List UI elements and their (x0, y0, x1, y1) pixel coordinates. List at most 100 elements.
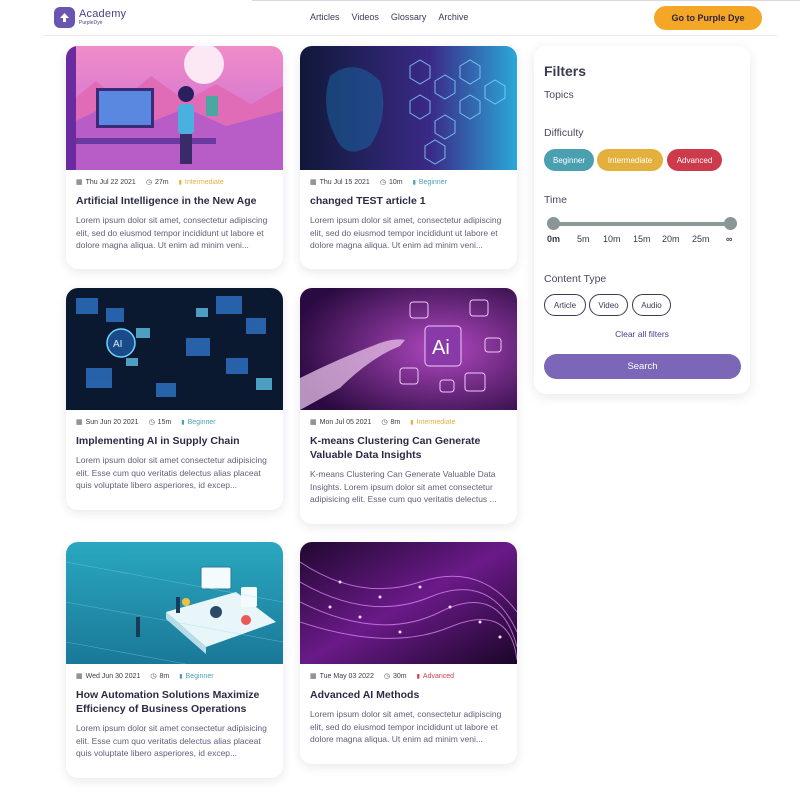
article-image: AI (66, 288, 283, 410)
signal-bars-icon: ▮ (410, 419, 414, 426)
article-meta: ▦ Sun Jun 20 2021 ◷ 15m ▮ Beginner (76, 417, 273, 427)
article-card[interactable]: ▦ Thu Jul 22 2021 ◷ 27m ▮ Intermediate Arti… (66, 46, 283, 269)
article-duration: 8m (390, 418, 401, 426)
header-divider (252, 0, 800, 1)
article-level: Beginner (185, 672, 214, 680)
signal-bars-icon: ▮ (181, 419, 185, 426)
content-type-audio-pill[interactable]: Audio (632, 294, 671, 316)
article-date: Thu Jul 15 2021 (319, 178, 370, 186)
article-excerpt: Lorem ipsum dolor sit amet consectetur a… (76, 455, 267, 490)
filters-panel: Filters Topics Difficulty Beginner Inter… (534, 46, 750, 394)
signal-bars-icon: ▮ (416, 673, 420, 680)
time-tick-10m: 10m (603, 234, 621, 244)
time-tick-20m: 20m (662, 234, 680, 244)
time-tick-infinity: ∞ (726, 234, 733, 244)
calendar-icon: ▦ (76, 673, 83, 680)
difficulty-intermediate-pill[interactable]: Intermediate (597, 149, 663, 171)
article-level: Advanced (422, 672, 455, 680)
time-slider-min-handle[interactable] (547, 217, 560, 230)
nav-archive[interactable]: Archive (438, 12, 468, 22)
time-tick-5m: 5m (577, 234, 590, 244)
article-excerpt: K-means Clustering Can Generate Valuable… (310, 469, 497, 504)
article-title[interactable]: Implementing AI in Supply Chain (76, 434, 273, 448)
clock-icon: ◷ (381, 419, 388, 426)
calendar-icon: ▦ (310, 419, 317, 426)
article-duration: 10m (388, 178, 403, 186)
clock-icon: ◷ (145, 179, 152, 186)
time-tick-15m: 15m (633, 234, 651, 244)
article-meta: ▦ Thu Jul 15 2021 ◷ 10m ▮ Beginner (310, 177, 507, 187)
article-image (66, 46, 283, 170)
article-level: Intermediate (184, 178, 224, 186)
article-card[interactable]: ▦ Wed Jun 30 2021 ◷ 8m ▮ Beginner How Autom… (66, 542, 283, 778)
calendar-icon: ▦ (76, 179, 83, 186)
article-card[interactable]: AI ▦ Sun Jun 20 2021 ◷ 15m ▮ Beginner Imple… (66, 288, 283, 510)
article-card[interactable]: ▦ Tue May 03 2022 ◷ 30m ▮ Advanced Advanced… (300, 542, 517, 764)
topics-label[interactable]: Topics (544, 89, 574, 101)
article-image (300, 542, 517, 664)
content-type-video-pill[interactable]: Video (589, 294, 628, 316)
time-slider-track[interactable] (553, 222, 731, 226)
article-card[interactable]: Ai ▦ Mon Jul 05 2021 ◷ 8m ▮ Intermediate K-… (300, 288, 517, 524)
academy-logo[interactable]: Academy PurpleDye (54, 7, 126, 28)
article-title[interactable]: K-means Clustering Can Generate Valuable… (310, 434, 507, 462)
time-slider-max-handle[interactable] (724, 217, 737, 230)
article-title[interactable]: Artificial Intelligence in the New Age (76, 194, 273, 208)
article-card[interactable]: ▦ Thu Jul 15 2021 ◷ 10m ▮ Beginner changed … (300, 46, 517, 269)
logo-title: Academy (79, 8, 127, 20)
article-meta: ▦ Tue May 03 2022 ◷ 30m ▮ Advanced (310, 671, 507, 681)
time-tick-0m: 0m (547, 234, 561, 244)
logo-subtitle: PurpleDye (79, 20, 103, 26)
search-button[interactable]: Search (544, 354, 741, 379)
clock-icon: ◷ (150, 673, 157, 680)
article-date: Sun Jun 20 2021 (85, 418, 139, 426)
go-to-purple-dye-button[interactable]: Go to Purple Dye (654, 6, 762, 30)
signal-bars-icon: ▮ (179, 673, 183, 680)
article-level: Beginner (418, 178, 447, 186)
clock-icon: ◷ (379, 179, 386, 186)
article-duration: 30m (392, 672, 407, 680)
clock-icon: ◷ (148, 419, 155, 426)
clear-all-filters-link[interactable]: Clear all filters (534, 329, 750, 339)
article-meta: ▦ Wed Jun 30 2021 ◷ 8m ▮ Beginner (76, 671, 273, 681)
article-level: Beginner (187, 418, 216, 426)
article-title[interactable]: Advanced AI Methods (310, 688, 507, 702)
time-label: Time (544, 194, 567, 206)
difficulty-advanced-pill[interactable]: Advanced (667, 149, 722, 171)
difficulty-beginner-pill[interactable]: Beginner (544, 149, 594, 171)
nav-articles[interactable]: Articles (310, 12, 340, 22)
content-type-article-pill[interactable]: Article (544, 294, 586, 316)
calendar-icon: ▦ (76, 419, 83, 426)
article-image (300, 46, 517, 170)
article-title[interactable]: changed TEST article 1 (310, 194, 507, 208)
signal-bars-icon: ▮ (412, 179, 416, 186)
main-nav: Articles Videos Glossary Archive (310, 12, 468, 22)
article-duration: 8m (159, 672, 170, 680)
signal-bars-icon: ▮ (178, 179, 182, 186)
article-excerpt: Lorem ipsum dolor sit amet consectetur a… (76, 723, 267, 758)
filters-title: Filters (544, 63, 587, 79)
article-title[interactable]: How Automation Solutions Maximize Effici… (76, 688, 273, 716)
clock-icon: ◷ (383, 673, 390, 680)
article-image: Ai (300, 288, 517, 410)
article-meta: ▦ Mon Jul 05 2021 ◷ 8m ▮ Intermediate (310, 417, 507, 427)
time-tick-25m: 25m (692, 234, 710, 244)
content-type-label: Content Type (544, 273, 607, 285)
nav-videos[interactable]: Videos (352, 12, 379, 22)
article-date: Mon Jul 05 2021 (319, 418, 372, 426)
logo-mark-icon (54, 7, 75, 28)
article-date: Wed Jun 30 2021 (85, 672, 141, 680)
difficulty-label: Difficulty (544, 127, 584, 139)
calendar-icon: ▦ (310, 179, 317, 186)
article-duration: 15m (157, 418, 172, 426)
article-duration: 27m (154, 178, 169, 186)
article-excerpt: Lorem ipsum dolor sit amet, consectetur … (310, 215, 502, 250)
nav-glossary[interactable]: Glossary (391, 12, 427, 22)
article-level: Intermediate (416, 418, 456, 426)
article-date: Tue May 03 2022 (319, 672, 374, 680)
article-meta: ▦ Thu Jul 22 2021 ◷ 27m ▮ Intermediate (76, 177, 273, 187)
article-image (66, 542, 283, 664)
site-header: Academy PurpleDye Articles Videos Glossa… (42, 0, 800, 36)
article-date: Thu Jul 22 2021 (85, 178, 136, 186)
article-excerpt: Lorem ipsum dolor sit amet, consectetur … (310, 709, 502, 744)
